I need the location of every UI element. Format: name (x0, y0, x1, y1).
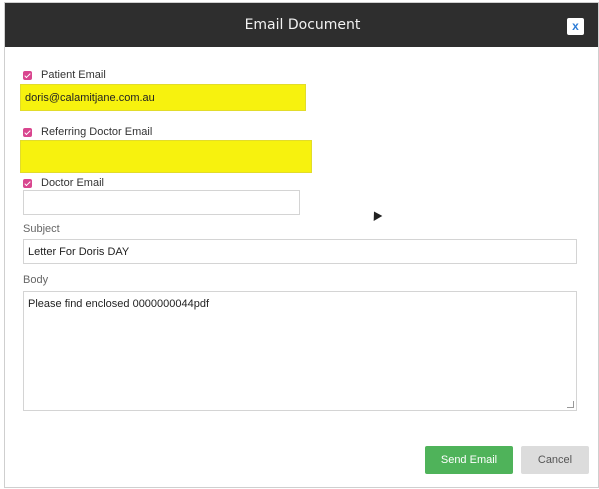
doctor-email-input[interactable] (23, 190, 300, 215)
patient-email-label: Patient Email (41, 69, 106, 81)
resize-grip-icon[interactable] (567, 401, 574, 408)
referring-doctor-email-input[interactable] (20, 140, 312, 173)
referring-doctor-email-label: Referring Doctor Email (41, 126, 153, 138)
dialog-title: Email Document (244, 17, 361, 33)
doctor-email-row: Doctor Email (23, 177, 104, 189)
body-label: Body (23, 274, 49, 286)
subject-input[interactable]: Letter For Doris DAY (23, 239, 577, 264)
patient-email-input[interactable]: doris@calamitjane.com.au (20, 84, 306, 111)
send-email-button[interactable]: Send Email (425, 446, 513, 474)
patient-email-checkbox[interactable] (23, 70, 32, 80)
close-button[interactable]: x (567, 18, 584, 35)
referring-doctor-email-checkbox[interactable] (23, 127, 32, 137)
body-text: Please find enclosed 0000000044pdf (28, 298, 210, 310)
patient-email-row: Patient Email (23, 69, 106, 81)
mouse-pointer-icon (369, 209, 383, 221)
subject-label: Subject (23, 223, 60, 235)
doctor-email-checkbox[interactable] (23, 178, 32, 188)
doctor-email-label: Doctor Email (41, 177, 104, 189)
dialog-titlebar: Email Document x (5, 3, 598, 47)
body-textarea[interactable]: Please find enclosed 0000000044pdf (23, 291, 577, 411)
referring-doctor-email-row: Referring Doctor Email (23, 126, 152, 138)
email-document-dialog: Email Document x Patient Email doris@cal… (4, 2, 599, 488)
cancel-button[interactable]: Cancel (521, 446, 589, 474)
